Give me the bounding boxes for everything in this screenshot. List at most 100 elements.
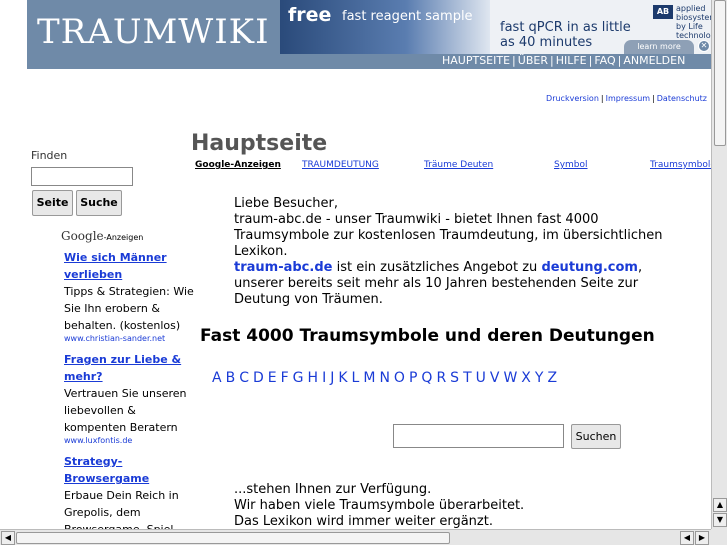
alphabet-index: ABCDEFGHIJKLMNOPQRSTUVWXYZ: [212, 370, 561, 386]
scroll-right-icon[interactable]: ▶: [695, 531, 709, 545]
ad-brand-line-3: by Life technologies: [676, 22, 711, 40]
ad-description: Tipps & Strategien: Wie Sie Ihn erobern …: [64, 285, 194, 332]
google-logo: Google: [61, 229, 104, 243]
section-heading: Fast 4000 Traumsymbole und deren Deutung…: [200, 326, 655, 346]
outro-text: ...stehen Ihnen zur Verfügung. Wir haben…: [234, 482, 694, 529]
ad-url-link[interactable]: www.luxfontis.de: [64, 436, 200, 446]
nav-faq[interactable]: FAQ: [594, 54, 615, 67]
outro-line-3: Das Lexikon wird immer weiter ergänzt.: [234, 514, 493, 529]
ads-label: -Anzeigen: [103, 233, 144, 242]
alphabet-letter-x[interactable]: X: [521, 370, 531, 386]
intro-paragraph-2: traum-abc.de ist ein zusätzliches Angebo…: [234, 260, 694, 308]
ad-offer-text: fast reagent sample: [342, 9, 473, 24]
ad-link-traeume-deuten[interactable]: Träume Deuten: [424, 160, 493, 170]
alphabet-letter-y[interactable]: Y: [535, 370, 544, 386]
scroll-left-icon[interactable]: ◀: [1, 531, 15, 545]
site-logo[interactable]: TRAUMWIKI: [37, 12, 270, 52]
google-ads-header: Google-Anzeigen: [61, 229, 143, 243]
ad-learn-more-button[interactable]: learn more: [624, 40, 694, 54]
nav-anmelden[interactable]: ANMELDEN: [623, 54, 685, 67]
sidebar-ad: Fragen zur Liebe & mehr? Vertrauen Sie u…: [64, 351, 200, 446]
ad-description: Vertrauen Sie unseren liebevollen & komp…: [64, 387, 187, 434]
link-druckversion[interactable]: Druckversion: [546, 94, 599, 103]
top-navigation: HAUPTSEITE | ÜBER | HILFE | FAQ | ANMELDEN: [442, 54, 686, 67]
ad-brand-line-1: applied: [676, 4, 706, 13]
scrollbar-corner: [711, 529, 727, 545]
ad-title-link[interactable]: Fragen zur Liebe & mehr?: [64, 351, 200, 385]
sidebar-search-input[interactable]: [31, 167, 133, 186]
ad-free-text: free: [288, 4, 332, 26]
ad-close-icon[interactable]: ✕: [698, 40, 710, 52]
horizontal-scroll-thumb[interactable]: [16, 532, 450, 544]
ad-headline-line-2: as 40 minutes: [500, 35, 593, 50]
ad-headline: fast qPCR in as little as 40 minutes: [500, 20, 640, 50]
alphabet-letter-l[interactable]: L: [352, 370, 360, 386]
alphabet-letter-g[interactable]: G: [293, 370, 304, 386]
alphabet-letter-z[interactable]: Z: [547, 370, 557, 386]
page-viewport: TRAUMWIKI free fast reagent sample fast …: [0, 0, 711, 529]
intro-text: Liebe Besucher, traum-abc.de - unser Tra…: [234, 196, 694, 308]
seite-button[interactable]: Seite: [32, 190, 73, 216]
suche-button[interactable]: Suche: [76, 190, 122, 216]
alphabet-letter-f[interactable]: F: [281, 370, 289, 386]
alphabet-letter-r[interactable]: R: [436, 370, 446, 386]
alphabet-letter-a[interactable]: A: [212, 370, 222, 386]
alphabet-letter-t[interactable]: T: [463, 370, 472, 386]
alphabet-letter-q[interactable]: Q: [421, 370, 432, 386]
nav-hilfe[interactable]: HILFE: [556, 54, 587, 67]
ad-link-bar-label[interactable]: Google-Anzeigen: [195, 160, 281, 170]
alphabet-letter-p[interactable]: P: [409, 370, 417, 386]
vertical-scroll-thumb[interactable]: [714, 0, 726, 146]
alphabet-letter-k[interactable]: K: [338, 370, 347, 386]
vertical-scrollbar[interactable]: ▲ ▼: [711, 0, 727, 529]
utility-links: Druckversion | Impressum | Datenschutz: [546, 94, 707, 103]
ad-banner[interactable]: free fast reagent sample fast qPCR in as…: [280, 0, 711, 54]
nav-ueber[interactable]: ÜBER: [518, 54, 548, 67]
scroll-left-icon-2[interactable]: ◀: [680, 531, 694, 545]
ad-title-link[interactable]: Strategy-Browsergame: [64, 453, 200, 487]
alphabet-letter-i[interactable]: I: [322, 370, 326, 386]
alphabet-letter-w[interactable]: W: [503, 370, 517, 386]
sidebar-ads: Wie sich Männer verlieben Tipps & Strate…: [64, 249, 200, 529]
intro-greeting: Liebe Besucher,: [234, 196, 339, 211]
ad-title-link[interactable]: Wie sich Männer verlieben: [64, 249, 200, 283]
deutung-com-link[interactable]: deutung.com: [541, 260, 638, 275]
outro-line-1: ...stehen Ihnen zur Verfügung.: [234, 482, 432, 497]
alphabet-letter-c[interactable]: C: [239, 370, 249, 386]
alphabet-letter-j[interactable]: J: [330, 370, 334, 386]
link-datenschutz[interactable]: Datenschutz: [657, 94, 707, 103]
outro-line-2: Wir haben viele Traumsymbole überarbeite…: [234, 498, 525, 513]
alphabet-letter-n[interactable]: N: [379, 370, 389, 386]
alphabet-letter-v[interactable]: V: [490, 370, 500, 386]
alphabet-letter-o[interactable]: O: [394, 370, 405, 386]
alphabet-letter-m[interactable]: M: [363, 370, 375, 386]
sidebar-ad: Wie sich Männer verlieben Tipps & Strate…: [64, 249, 200, 344]
nav-hauptseite[interactable]: HAUPTSEITE: [442, 54, 510, 67]
ad-link-traumdeutung[interactable]: TRAUMDEUTUNG: [302, 160, 379, 170]
ad-link-symbol[interactable]: Symbol: [554, 160, 588, 170]
ad-link-traumsymbole[interactable]: Traumsymbole: [650, 160, 711, 170]
intro-mid-text: ist ein zusätzliches Angebot zu: [332, 260, 542, 275]
intro-paragraph: traum-abc.de - unser Traumwiki - bietet …: [234, 212, 663, 259]
page-title: Hauptseite: [191, 131, 328, 156]
main-search-button[interactable]: Suchen: [571, 424, 621, 449]
site-header: TRAUMWIKI free fast reagent sample fast …: [27, 0, 711, 69]
link-impressum[interactable]: Impressum: [606, 94, 650, 103]
scroll-up-icon[interactable]: ▲: [713, 498, 727, 512]
ad-brand-logo: applied biosystems by Life technologies: [676, 4, 711, 40]
alphabet-letter-h[interactable]: H: [308, 370, 319, 386]
finden-label: Finden: [31, 149, 68, 162]
alphabet-letter-d[interactable]: D: [253, 370, 264, 386]
main-search-input[interactable]: [393, 424, 564, 448]
ad-brand-mark: AB: [653, 5, 673, 19]
scroll-down-icon[interactable]: ▼: [713, 513, 727, 527]
sidebar-ad: Strategy-Browsergame Erbaue Dein Reich i…: [64, 453, 200, 529]
alphabet-letter-e[interactable]: E: [268, 370, 277, 386]
alphabet-letter-u[interactable]: U: [476, 370, 486, 386]
horizontal-scrollbar[interactable]: ◀ ◀ ▶: [0, 529, 711, 545]
ad-brand-line-2: biosystems: [676, 13, 711, 22]
traum-abc-link[interactable]: traum-abc.de: [234, 260, 332, 275]
alphabet-letter-s[interactable]: S: [450, 370, 459, 386]
alphabet-letter-b[interactable]: B: [226, 370, 236, 386]
ad-url-link[interactable]: www.christian-sander.net: [64, 334, 200, 344]
